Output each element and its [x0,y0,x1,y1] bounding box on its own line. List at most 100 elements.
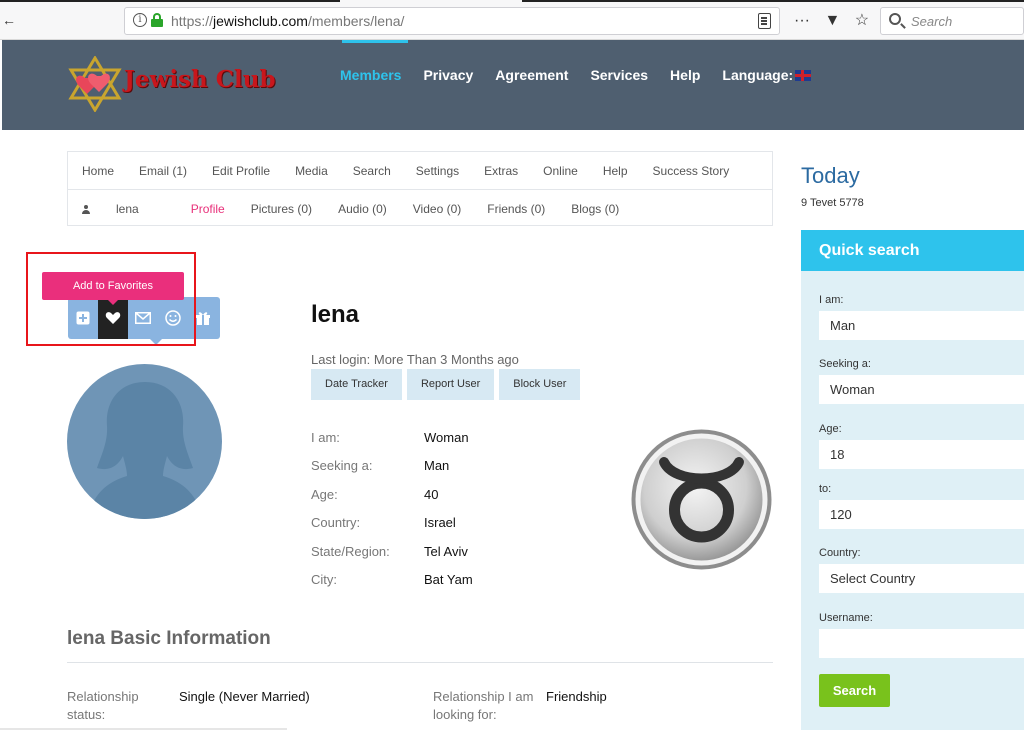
nav-agreement[interactable]: Agreement [495,67,568,83]
detail-value: Man [424,458,450,474]
back-icon[interactable]: ← [2,12,16,28]
avatar[interactable] [67,364,222,519]
i-am-label: I am: [819,294,844,306]
url-prefix: https:// [171,13,214,29]
subnav-edit-profile[interactable]: Edit Profile [212,164,270,178]
profile-name: lena [311,301,360,328]
user-icon [82,205,90,214]
uk-flag-icon [795,70,812,81]
username-input[interactable] [819,629,1024,658]
basic-info-title: lena Basic Information [67,628,271,649]
more-icon[interactable]: ··· [794,12,810,30]
main-nav: Members Privacy Agreement Services Help … [340,67,833,83]
detail-row: Country: Israel [311,515,473,543]
block-user-button[interactable]: Block User [499,369,581,400]
detail-label: Country: [311,515,361,531]
detail-value: Tel Aviv [424,543,468,559]
subnav-blogs[interactable]: Blogs (0) [571,202,619,216]
subnav-profile[interactable]: Profile [191,202,225,216]
tab-strip [0,0,1024,3]
search-placeholder: Search [911,14,953,29]
age-label: Age: [819,423,842,435]
relationship-status-label: Relationship status: [67,689,139,722]
looking-for-label: Relationship I am looking for: [433,689,534,722]
nav-services[interactable]: Services [590,67,648,83]
url-text[interactable]: https://jewishclub.com/members/lena/ [171,13,404,29]
last-login: Last login: More Than 3 Months ago [311,352,519,367]
reader-view-icon[interactable] [758,13,771,29]
star-of-david-icon [68,56,122,112]
profile-details: I am: Woman Seeking a: Man Age: 40 Country:… [311,430,473,600]
today-date: 9 Tevet 5778 [801,197,864,209]
seeking-label: Seeking a: [819,358,871,370]
search-icon [889,13,901,25]
profile-buttons: Date Tracker Report User Block User [311,369,585,400]
subnav-online[interactable]: Online [543,164,578,178]
looking-for-row: Relationship I am looking for: Friendshi… [433,688,607,724]
subnav-success-story[interactable]: Success Story [653,164,730,178]
seeking-select[interactable]: Woman [819,375,1024,404]
nav-help[interactable]: Help [670,67,700,83]
subnav-settings[interactable]: Settings [416,164,459,178]
report-user-button[interactable]: Report User [406,369,495,400]
highlight-box [26,252,196,346]
browser-tools: ··· ▼ ☆ [794,10,879,30]
age-to-select[interactable]: 120 [819,500,1024,529]
nav-members[interactable]: Members [340,67,401,83]
member-subnav: Home Email (1) Edit Profile Media Search… [67,151,773,226]
pocket-icon[interactable]: ▼ [824,12,840,30]
site-logo[interactable]: Jewish Club [68,56,276,112]
detail-label: City: [311,571,337,587]
detail-row: Seeking a: Man [311,458,473,486]
subnav-audio[interactable]: Audio (0) [338,202,387,216]
logo-text: Jewish Club [124,66,276,93]
quick-search-title: Quick search [801,230,1024,271]
lock-icon[interactable] [151,13,163,27]
i-am-select[interactable]: Man [819,311,1024,340]
detail-value: 40 [424,486,439,502]
horizontal-scrollbar[interactable] [0,728,287,730]
info-icon[interactable]: i [133,13,147,27]
relationship-status-row: Relationship status: Single (Never Marri… [67,688,310,724]
subnav-search[interactable]: Search [353,164,391,178]
subnav-home[interactable]: Home [82,164,114,178]
detail-row: State/Region: Tel Aviv [311,544,473,572]
subnav-extras[interactable]: Extras [484,164,518,178]
subnav-row-profile: lena Profile Pictures (0) Audio (0) Vide… [82,202,645,216]
date-tracker-button[interactable]: Date Tracker [311,369,402,400]
subnav-user-label: lena [116,202,139,216]
subnav-friends[interactable]: Friends (0) [487,202,545,216]
active-nav-indicator [342,40,408,43]
subnav-row-main: Home Email (1) Edit Profile Media Search… [82,164,754,178]
nav-privacy[interactable]: Privacy [423,67,473,83]
browser-search-input[interactable]: Search [880,7,1024,35]
female-silhouette-icon [87,382,203,519]
quick-search-panel: Quick search I am: Man Seeking a: Woman … [801,230,1024,730]
star-icon[interactable]: ☆ [855,10,869,30]
subnav-divider [68,189,772,190]
quick-search-button[interactable]: Search [819,674,890,707]
subnav-pictures[interactable]: Pictures (0) [251,202,312,216]
subnav-help[interactable]: Help [603,164,628,178]
browser-toolbar: ← i https://jewishclub.com/members/lena/… [0,0,1024,40]
url-path: /members/lena/ [307,13,405,29]
nav-language[interactable]: Language: [722,67,812,83]
age-from-select[interactable]: 18 [819,440,1024,469]
today-title: Today [801,163,860,188]
detail-value: Woman [424,430,469,445]
looking-for-value: Friendship [546,689,607,704]
subnav-email[interactable]: Email (1) [139,164,187,178]
detail-row: I am: Woman [311,430,473,458]
relationship-status-value: Single (Never Married) [179,689,310,704]
subnav-user[interactable]: lena [82,202,165,216]
detail-value: Bat Yam [424,571,473,587]
subnav-video[interactable]: Video (0) [413,202,461,216]
detail-value: Israel [424,515,456,531]
country-select[interactable]: Select Country [819,564,1024,593]
language-label: Language: [722,67,794,83]
address-bar[interactable]: i https://jewishclub.com/members/lena/ [124,7,780,35]
detail-label: Seeking a: [311,458,373,474]
detail-row: Age: 40 [311,487,473,515]
basic-info-divider [67,662,773,663]
subnav-media[interactable]: Media [295,164,328,178]
